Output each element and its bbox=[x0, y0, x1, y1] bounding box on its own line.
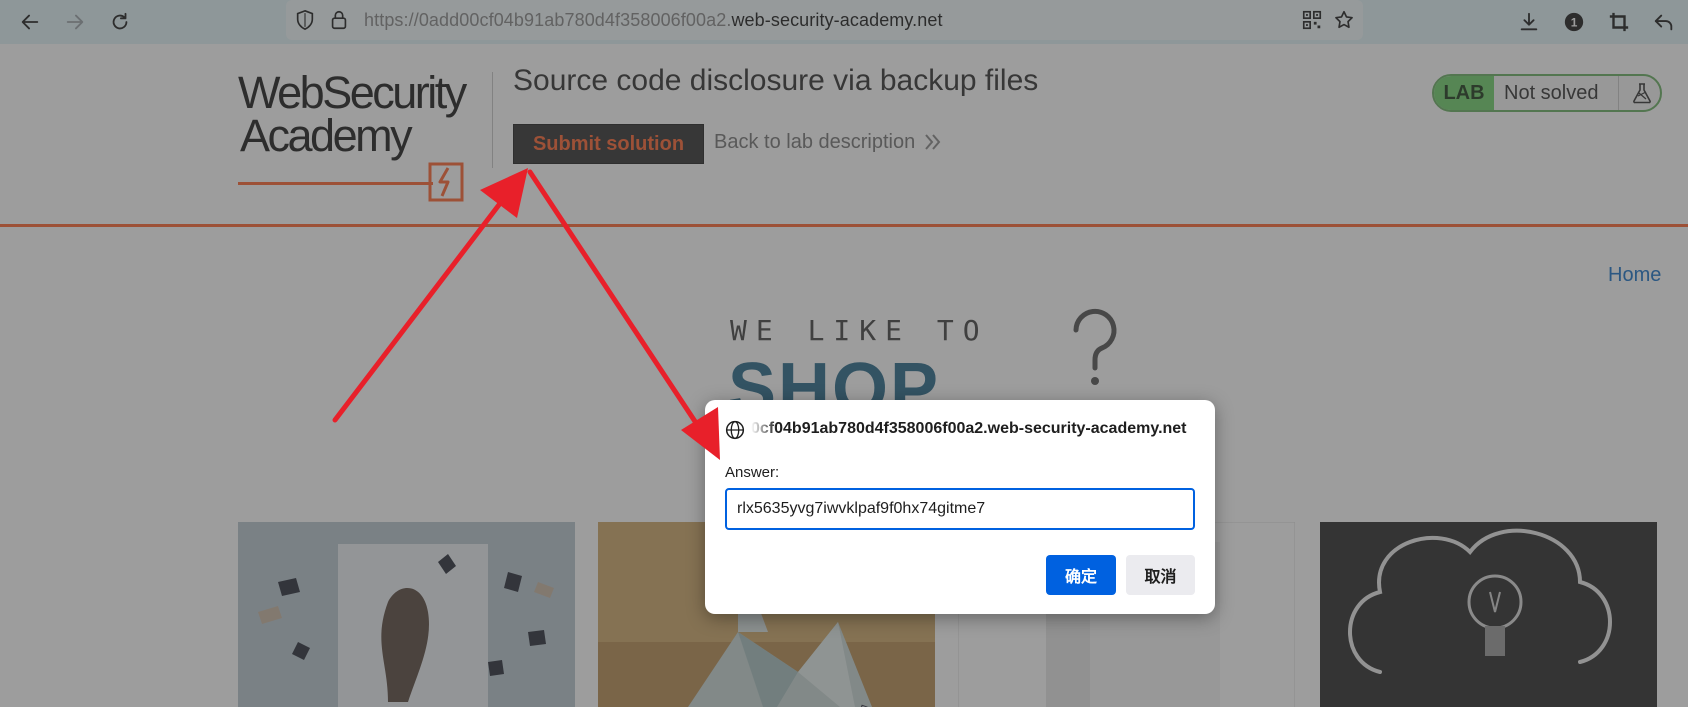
answer-label: Answer: bbox=[725, 464, 780, 481]
prompt-dialog: 0cf04b91ab780d4f358006f00a2.web-security… bbox=[705, 400, 1215, 614]
dialog-origin: 0cf04b91ab780d4f358006f00a2.web-security… bbox=[751, 420, 1187, 437]
ok-button[interactable]: 确定 bbox=[1046, 555, 1116, 595]
globe-icon bbox=[725, 420, 745, 440]
cancel-button[interactable]: 取消 bbox=[1126, 555, 1195, 595]
origin-fade bbox=[751, 416, 777, 442]
answer-input[interactable] bbox=[725, 488, 1195, 530]
